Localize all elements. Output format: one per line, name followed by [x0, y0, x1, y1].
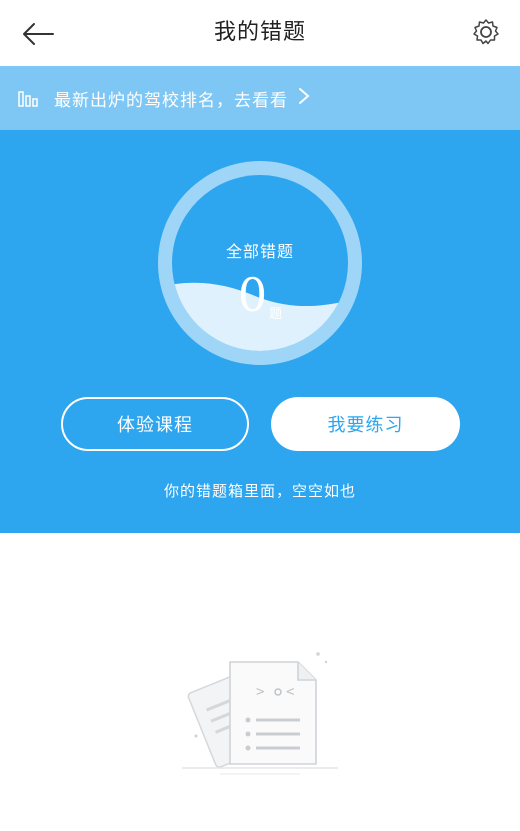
gear-icon	[473, 19, 499, 45]
bar-chart-icon	[18, 87, 40, 109]
mistakes-summary-panel: 全部错题 0题 体验课程 我要练习 你的错题箱里面，空空如也	[0, 130, 520, 533]
empty-note: 你的错题箱里面，空空如也	[163, 482, 356, 500]
total-mistakes-count: 0题	[155, 268, 365, 322]
banner-text: 最新出炉的驾校排名，去看看	[54, 90, 288, 111]
settings-button[interactable]	[470, 16, 502, 48]
trial-course-button[interactable]: 体验课程	[61, 397, 249, 451]
page-title: 我的错题	[213, 20, 306, 45]
total-mistakes-label: 全部错题	[225, 242, 294, 261]
mistakes-count-value: 0	[237, 268, 268, 322]
mistakes-count-unit: 题	[269, 307, 283, 322]
mistakes-gauge: 全部错题 0题	[155, 158, 365, 368]
empty-documents-icon: > <	[180, 640, 340, 790]
svg-text:>: >	[256, 684, 264, 700]
ranking-banner[interactable]: 最新出炉的驾校排名，去看看	[0, 66, 520, 130]
practice-button[interactable]: 我要练习	[271, 397, 460, 451]
svg-text:<: <	[286, 684, 294, 700]
top-bar: 我的错题	[0, 0, 520, 66]
chevron-right-icon	[298, 86, 310, 110]
